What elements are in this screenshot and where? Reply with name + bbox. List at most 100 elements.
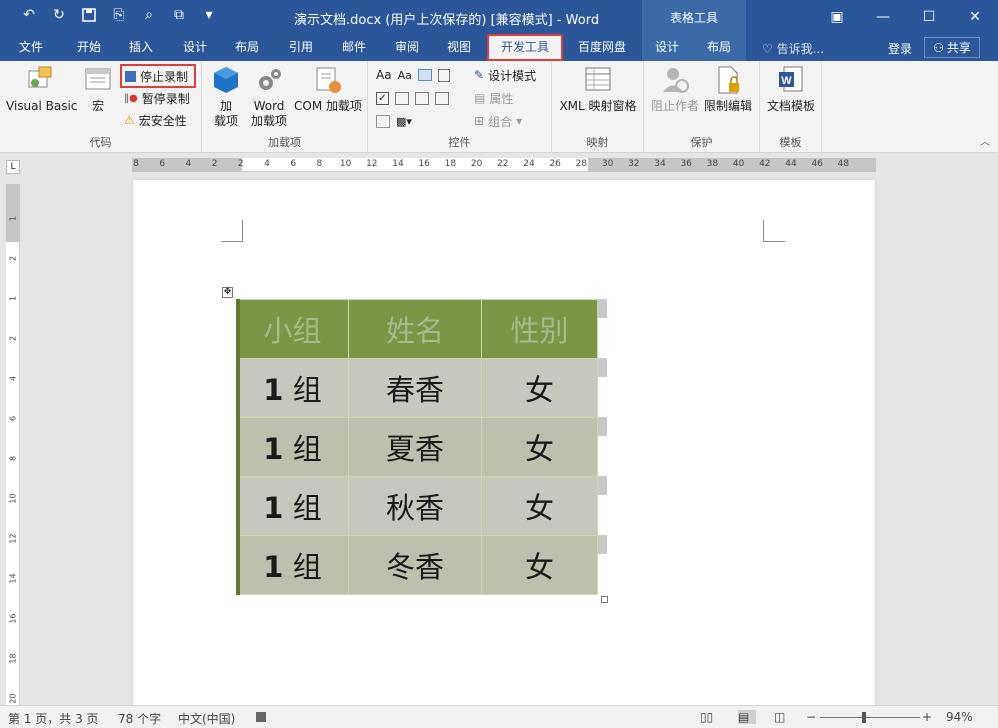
print-layout-icon[interactable]: ▤ — [738, 710, 756, 724]
cell-gender[interactable]: 女 — [481, 358, 598, 418]
cell-gender[interactable]: 女 — [481, 417, 598, 477]
picture-control-icon[interactable] — [417, 69, 432, 81]
undo-icon[interactable]: ↶ — [20, 6, 38, 24]
date-picker-icon[interactable] — [435, 91, 449, 105]
xml-mapping-pane-button[interactable]: XML 映射窗格 — [556, 65, 640, 114]
zoom-out-icon[interactable]: − — [806, 710, 816, 724]
tab-references[interactable]: 引用 — [278, 34, 324, 61]
document-page[interactable]: ✥ 小组 姓名 性别 1 组 春香 女 1 组 夏香 女 1 组 秋香 女 1 … — [133, 180, 875, 706]
word-addins-button[interactable]: Word 加载项 — [248, 65, 290, 129]
dropdown-list-icon[interactable] — [415, 91, 429, 105]
tab-developer[interactable]: 开发工具 — [487, 34, 563, 61]
macro-security-button[interactable]: ⚠ 宏安全性 — [124, 110, 187, 130]
group-label-addins: 加载项 — [268, 136, 301, 149]
tab-layout[interactable]: 布局 — [224, 34, 270, 61]
zoom-slider-thumb[interactable] — [862, 712, 866, 723]
header-group[interactable]: 小组 — [236, 299, 349, 359]
format-painter-icon[interactable]: ⎘ — [110, 6, 128, 24]
group-icon: ⊞ — [474, 114, 485, 128]
table-row: 1 组 春香 女 — [236, 358, 598, 418]
crop-mark-top-right — [763, 220, 785, 242]
login-link[interactable]: 登录 — [888, 40, 912, 57]
clipboard-icon[interactable]: ⧉ — [170, 6, 188, 24]
save-icon[interactable] — [80, 6, 98, 24]
share-button[interactable]: ⚇ 共享 — [924, 37, 980, 58]
macro-recording-icon[interactable] — [256, 712, 266, 722]
zoom-in-icon[interactable]: + — [922, 710, 932, 724]
data-table[interactable]: 小组 姓名 性别 1 组 春香 女 1 组 夏香 女 1 组 秋香 女 1 组 … — [236, 299, 598, 595]
plain-text-control-icon[interactable]: Aa — [398, 69, 412, 82]
document-template-button[interactable]: W 文档模板 — [764, 65, 818, 114]
read-mode-icon[interactable]: ▯▯ — [700, 710, 713, 724]
table-row: 1 组 秋香 女 — [236, 476, 598, 536]
ribbon-display-options-icon[interactable]: ▣ — [814, 0, 860, 34]
ruler-tick: 2 — [211, 159, 218, 169]
redo-icon[interactable]: ↻ — [50, 6, 68, 24]
gears-icon — [254, 65, 284, 95]
addins-cube-icon — [211, 65, 241, 95]
tab-table-layout[interactable]: 布局 — [692, 34, 746, 61]
horizontal-ruler[interactable]: 8 6 4 2 2 4 6 8 10 12 14 16 18 20 22 24 26 28 30 32 34 36 38 40… — [132, 158, 876, 172]
repeating-section-icon[interactable] — [376, 114, 390, 128]
group-templates: W 文档模板 模板 — [760, 61, 822, 153]
cell-gender[interactable]: 女 — [481, 535, 598, 595]
tab-table-design[interactable]: 设计 — [642, 34, 692, 61]
print-preview-icon[interactable]: ⌕ — [140, 6, 158, 24]
ruler-tick: 2 — [8, 335, 18, 342]
cell-name[interactable]: 春香 — [348, 358, 482, 418]
tab-home[interactable]: 开始 — [66, 34, 112, 61]
header-name[interactable]: 姓名 — [348, 299, 482, 359]
ruler-tick: 12 — [8, 533, 18, 544]
table-resize-handle[interactable] — [601, 596, 608, 603]
combo-box-icon[interactable] — [395, 91, 409, 105]
maximize-button[interactable]: ☐ — [906, 0, 952, 34]
cell-name[interactable]: 冬香 — [348, 535, 482, 595]
tab-insert[interactable]: 插入 — [118, 34, 164, 61]
language-indicator[interactable]: 中文(中国) — [178, 710, 235, 727]
block-authors-button[interactable]: 阻止作者 — [648, 65, 702, 114]
restrict-editing-button[interactable]: 限制编辑 — [702, 65, 754, 114]
cell-group[interactable]: 1 组 — [236, 535, 349, 595]
checkbox-control-icon[interactable]: ✓ — [376, 91, 389, 105]
tab-selector[interactable]: L — [6, 160, 20, 174]
tab-file[interactable]: 文件 — [8, 34, 54, 61]
cell-gender[interactable]: 女 — [481, 476, 598, 536]
vertical-ruler[interactable]: 1 2 1 2 4 6 8 10 12 14 16 18 20 — [6, 184, 20, 714]
close-button[interactable]: ✕ — [952, 0, 998, 34]
design-mode-button[interactable]: ✎ 设计模式 — [474, 65, 536, 85]
zoom-level[interactable]: 94% — [946, 710, 973, 724]
tab-mailings[interactable]: 邮件 — [331, 34, 377, 61]
com-addins-button[interactable]: COM 加载项 — [292, 65, 364, 114]
tab-design[interactable]: 设计 — [172, 34, 218, 61]
tab-view[interactable]: 视图 — [436, 34, 482, 61]
cell-name[interactable]: 夏香 — [348, 417, 482, 477]
cell-group[interactable]: 1 组 — [236, 358, 349, 418]
word-count[interactable]: 78 个字 — [118, 710, 161, 727]
table-move-handle-icon[interactable]: ✥ — [222, 287, 233, 298]
page-count[interactable]: 第 1 页，共 3 页 — [8, 710, 99, 727]
addins-button[interactable]: 加 载项 — [208, 65, 244, 129]
macros-button[interactable]: 宏 — [80, 65, 116, 114]
tab-review[interactable]: 审阅 — [384, 34, 430, 61]
legacy-tools-icon[interactable]: ▩▾ — [396, 115, 412, 128]
cell-name[interactable]: 秋香 — [348, 476, 482, 536]
web-layout-icon[interactable]: ◫ — [774, 710, 785, 724]
group-button[interactable]: ⊞ 组合 ▾ — [474, 111, 522, 131]
stop-recording-button[interactable]: 停止录制 — [120, 64, 196, 88]
minimize-button[interactable]: — — [860, 0, 906, 34]
customize-qat-icon[interactable]: ▾ — [200, 6, 218, 24]
visual-basic-button[interactable]: Visual Basic — [6, 65, 77, 114]
pause-recording-button[interactable]: ‖● 暂停录制 — [124, 88, 190, 108]
tab-baidu-netdisk[interactable]: 百度网盘 — [570, 34, 634, 61]
collapse-ribbon-icon[interactable]: ︿ — [980, 133, 990, 148]
cell-group[interactable]: 1 组 — [236, 417, 349, 477]
header-gender[interactable]: 性别 — [481, 299, 598, 359]
rich-text-control-icon[interactable]: Aa — [376, 68, 392, 82]
properties-button[interactable]: ▤ 属性 — [474, 88, 513, 108]
cell-group[interactable]: 1 组 — [236, 476, 349, 536]
zoom-slider-track[interactable] — [820, 717, 920, 718]
ruler-tick: 28 — [575, 159, 588, 169]
tell-me-search[interactable]: ♡ 告诉我... — [762, 40, 824, 57]
building-block-icon[interactable] — [437, 68, 450, 82]
row-end-markers — [598, 299, 607, 594]
